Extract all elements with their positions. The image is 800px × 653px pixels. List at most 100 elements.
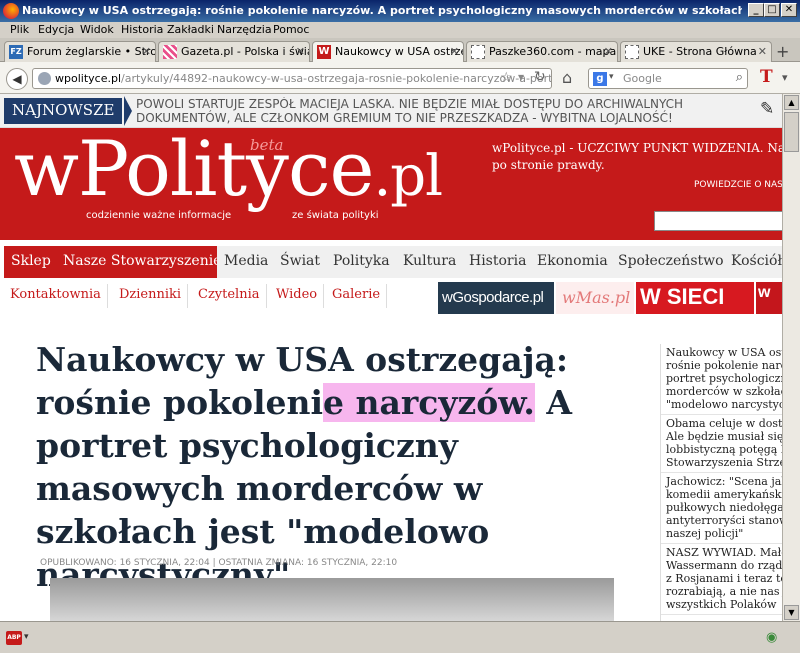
- site-search-input[interactable]: [654, 211, 782, 231]
- logo-main: wPolityce: [14, 128, 374, 213]
- menu-view[interactable]: Widok: [80, 23, 114, 36]
- address-bar[interactable]: wpolityce.pl/artykuly/44892-naukowcy-w-u…: [32, 68, 552, 89]
- scroll-up-icon[interactable]: ▲: [784, 95, 799, 110]
- site-motto: wPolityce.pl - UCZCIWY PUNKT WIDZENIA. N…: [492, 140, 782, 174]
- close-icon[interactable]: ✕: [758, 45, 767, 58]
- bookmark-star-icon[interactable]: ☆: [500, 70, 513, 86]
- sidebar-item[interactable]: Obama celuje w dostępAle będzie musiał s…: [661, 415, 782, 473]
- menu-bar: Plik Edycja Widok Historia Zakładki Narz…: [0, 22, 800, 38]
- tab-paszke[interactable]: Paszke360.com - mapa ✕: [466, 41, 618, 62]
- tab-forum[interactable]: FZ Forum żeglarskie • Stron... ✕: [4, 41, 156, 62]
- addon-t-icon[interactable]: T: [760, 67, 773, 87]
- tab-wpolityce[interactable]: W Naukowcy w USA ostrze... ✕: [312, 41, 464, 63]
- nav-item-spoleczenstwo[interactable]: Społeczeństwo: [611, 246, 732, 278]
- window-title-bar: Naukowcy w USA ostrzegają: rośnie pokole…: [0, 0, 800, 22]
- site-logo[interactable]: wPolityce.pl: [14, 128, 443, 213]
- sidebar-item-line: Naukowcy w USA ostrz: [666, 346, 782, 359]
- motto-line: wPolityce.pl - UCZCIWY PUNKT WIDZENIA. N…: [492, 141, 782, 155]
- tab-gazeta[interactable]: Gazeta.pl - Polska i świat... ✕: [158, 41, 310, 62]
- menu-edit[interactable]: Edycja: [38, 23, 74, 36]
- addon-status-icon[interactable]: ◉: [766, 630, 777, 645]
- sidebar-item-line: lobbistyczną potęgą Kr: [666, 443, 782, 456]
- brand-extra[interactable]: w: [756, 282, 782, 314]
- back-icon[interactable]: ◀: [6, 68, 28, 90]
- nav-item-kontaktownia[interactable]: Kontaktownia: [4, 284, 108, 308]
- tell-us-link[interactable]: POWIEDZCIE O NAS: [694, 180, 782, 190]
- pin-icon[interactable]: ✎: [760, 99, 774, 119]
- nav-item-czytelnia[interactable]: Czytelnia: [192, 284, 267, 308]
- page-icon: [625, 45, 639, 59]
- nav-item-ekonomia[interactable]: Ekonomia: [530, 246, 616, 278]
- search-icon[interactable]: ⌕: [736, 70, 743, 85]
- nav-item-kosciol[interactable]: Kościół: [724, 246, 782, 278]
- nav-item-swiat[interactable]: Świat: [273, 246, 329, 278]
- url-domain: wpolityce.pl: [55, 72, 121, 85]
- nav-item-dzienniki[interactable]: Dzienniki: [113, 284, 189, 308]
- breaking-tag[interactable]: NAJNOWSZE: [4, 98, 123, 124]
- scroll-down-icon[interactable]: ▼: [784, 605, 799, 620]
- gazeta-icon: [163, 45, 177, 59]
- menu-dropdown-icon[interactable]: ▾: [782, 71, 788, 84]
- menu-tools[interactable]: Narzędzia: [217, 23, 272, 36]
- minimize-button[interactable]: _: [748, 3, 764, 17]
- search-placeholder: Google: [623, 72, 662, 85]
- tab-label: Naukowcy w USA ostrze...: [335, 45, 464, 58]
- sidebar-item-line: rozrabiają, a nie nas ja: [666, 585, 782, 598]
- brand-wmas[interactable]: wMas.pl: [556, 282, 634, 314]
- article-meta: OPUBLIKOWANO: 16 STYCZNIA, 22:04 | OSTAT…: [40, 558, 398, 568]
- menu-help[interactable]: Pomoc: [273, 23, 309, 36]
- slogan-right: ze świata polityki: [292, 210, 379, 221]
- article-photo: [50, 578, 614, 621]
- chevron-down-icon[interactable]: ▾: [24, 632, 29, 642]
- page-icon: [471, 45, 485, 59]
- close-icon[interactable]: ✕: [296, 45, 305, 58]
- menu-history[interactable]: Historia: [121, 23, 163, 36]
- vertical-scrollbar[interactable]: ▲ ▼: [782, 94, 800, 621]
- chevron-down-icon[interactable]: ▾: [609, 72, 614, 82]
- menu-bookmarks[interactable]: Zakładki: [167, 23, 214, 36]
- reload-icon[interactable]: ↻: [534, 69, 546, 85]
- firefox-icon: [3, 3, 19, 19]
- sidebar-item[interactable]: Naukowcy w USA ostrzrośnie pokolenie nar…: [661, 344, 782, 415]
- breaking-text[interactable]: POWOLI STARTUJE ZESPÓŁ MACIEJA LASKA. NI…: [136, 97, 746, 125]
- tab-uke[interactable]: UKE - Strona Główna ✕: [620, 41, 772, 62]
- modified-date: 16 STYCZNIA, 22:10: [306, 558, 398, 568]
- nav-item-galerie[interactable]: Galerie: [326, 284, 388, 308]
- nav-item-historia[interactable]: Historia: [462, 246, 535, 278]
- slogan-left: codziennie ważne informacje: [86, 210, 232, 221]
- globe-icon: [38, 72, 51, 85]
- google-icon: g: [593, 72, 607, 86]
- wpolityce-icon: W: [317, 45, 331, 59]
- nav-item-polityka[interactable]: Polityka: [326, 246, 398, 278]
- nav-item-wideo[interactable]: Wideo: [270, 284, 325, 308]
- dropdown-icon[interactable]: ▾: [518, 70, 524, 84]
- close-button[interactable]: ✕: [781, 3, 797, 17]
- home-icon[interactable]: ⌂: [562, 68, 572, 87]
- nav-item-kultura[interactable]: Kultura: [396, 246, 465, 278]
- sidebar-item[interactable]: NASZ WYWIAD. MałgoWassermann do rząduz R…: [661, 544, 782, 615]
- close-icon[interactable]: ✕: [604, 45, 613, 58]
- brand-wgospodarce[interactable]: wGospodarce.pl: [438, 282, 554, 314]
- nav-item-media[interactable]: Media: [217, 246, 277, 278]
- sidebar-item-line: "modelowo narcystycz: [666, 398, 782, 411]
- menu-file[interactable]: Plik: [10, 23, 29, 36]
- scroll-thumb[interactable]: [784, 112, 799, 152]
- close-icon[interactable]: ✕: [142, 45, 151, 58]
- search-input[interactable]: g ▾ Google ⌕: [588, 68, 748, 89]
- sidebar-item[interactable]: Jachowicz: "Scena jak komedii amerykański…: [661, 473, 782, 544]
- new-tab-icon[interactable]: +: [776, 42, 789, 61]
- nav-item-sklep[interactable]: Sklep: [4, 246, 59, 278]
- motto-line: po stronie prawdy.: [492, 158, 605, 172]
- published-label: OPUBLIKOWANO:: [40, 558, 117, 568]
- maximize-button[interactable]: □: [764, 3, 780, 17]
- sidebar-item-line: Stowarzyszenia Strzele: [666, 456, 782, 469]
- nav-item-stowarzyszenie[interactable]: Nasze Stowarzyszenie: [56, 246, 230, 278]
- navigation-bar: ◀ wpolityce.pl/artykuly/44892-naukowcy-w…: [0, 62, 800, 94]
- published-date: 16 STYCZNIA, 22:04: [119, 558, 210, 568]
- sidebar-item-line: portret psychologiczny: [666, 372, 782, 385]
- brand-wsieci[interactable]: W SIECI: [636, 282, 754, 314]
- adblock-icon[interactable]: ABP: [6, 631, 22, 645]
- beta-label: beta: [250, 136, 284, 154]
- close-icon[interactable]: ✕: [450, 45, 459, 58]
- site-banner: wPolityce.pl beta codziennie ważne infor…: [0, 128, 782, 240]
